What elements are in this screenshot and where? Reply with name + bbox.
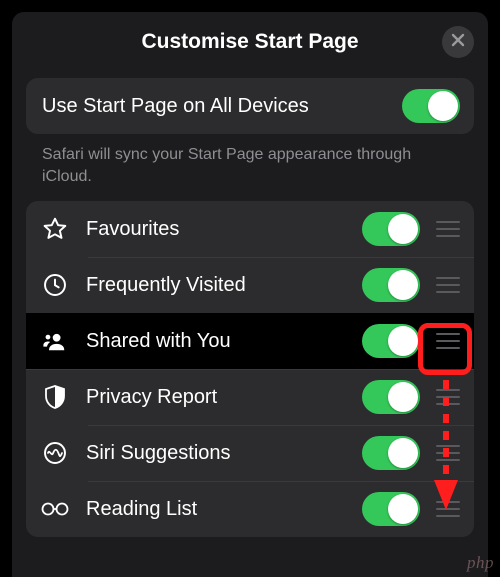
- item-toggle-favourites[interactable]: [362, 212, 420, 246]
- sync-toggle[interactable]: [402, 89, 460, 123]
- sync-row: Use Start Page on All Devices: [26, 78, 474, 134]
- shield-icon: [40, 382, 70, 412]
- item-label: Favourites: [86, 218, 362, 241]
- siri-icon: [40, 438, 70, 468]
- drag-handle[interactable]: [436, 221, 460, 237]
- item-label: Siri Suggestions: [86, 442, 362, 465]
- drag-handle[interactable]: [436, 445, 460, 461]
- item-toggle-shared-with-you[interactable]: [362, 324, 420, 358]
- sheet-header: Customise Start Page: [12, 12, 488, 72]
- close-button[interactable]: [442, 26, 474, 58]
- close-icon: [451, 33, 465, 52]
- sync-section: Use Start Page on All Devices: [26, 78, 474, 134]
- sync-caption: Safari will sync your Start Page appeara…: [42, 144, 458, 187]
- item-label: Privacy Report: [86, 386, 362, 409]
- item-toggle-siri-suggestions[interactable]: [362, 436, 420, 470]
- item-label: Frequently Visited: [86, 274, 362, 297]
- item-toggle-privacy-report[interactable]: [362, 380, 420, 414]
- item-label: Shared with You: [86, 330, 362, 353]
- item-toggle-frequently-visited[interactable]: [362, 268, 420, 302]
- drag-handle[interactable]: [436, 389, 460, 405]
- row-privacy-report: Privacy Report: [26, 369, 474, 425]
- row-shared-with-you: Shared with You: [26, 313, 474, 369]
- item-label: Reading List: [86, 498, 362, 521]
- drag-handle[interactable]: [436, 333, 460, 349]
- glasses-icon: [40, 494, 70, 524]
- row-frequently-visited: Frequently Visited: [26, 257, 474, 313]
- clock-icon: [40, 270, 70, 300]
- sync-label: Use Start Page on All Devices: [42, 95, 402, 118]
- watermark: php: [467, 553, 494, 573]
- people-icon: [40, 326, 70, 356]
- items-section: Favourites Frequently Visited Shared wit…: [26, 201, 474, 537]
- star-icon: [40, 214, 70, 244]
- row-favourites: Favourites: [26, 201, 474, 257]
- row-siri-suggestions: Siri Suggestions: [26, 425, 474, 481]
- page-title: Customise Start Page: [141, 30, 358, 54]
- item-toggle-reading-list[interactable]: [362, 492, 420, 526]
- drag-handle[interactable]: [436, 501, 460, 517]
- row-reading-list: Reading List: [26, 481, 474, 537]
- drag-handle[interactable]: [436, 277, 460, 293]
